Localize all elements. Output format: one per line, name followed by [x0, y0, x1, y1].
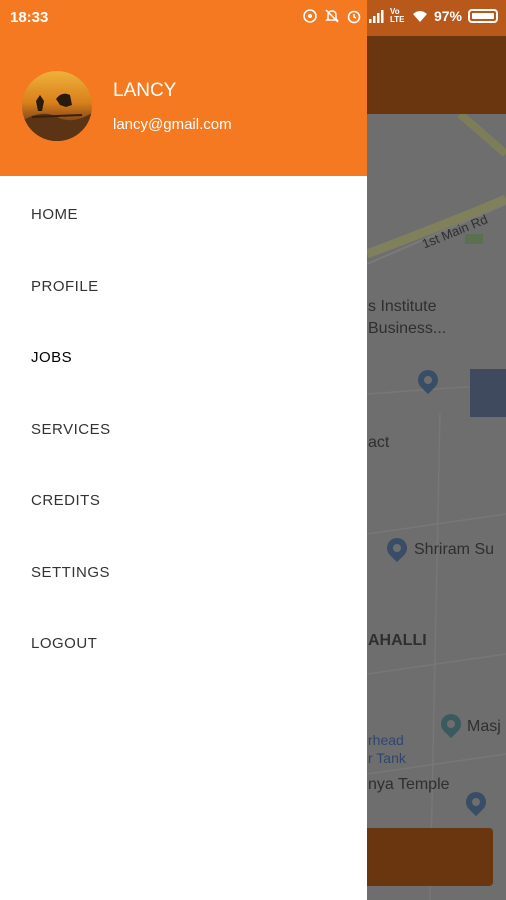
map-label: Masj — [467, 718, 501, 735]
menu-item-label: HOME — [31, 205, 78, 223]
map-label: rhead — [368, 732, 404, 748]
menu-item-label: LOGOUT — [31, 634, 98, 652]
bottom-action-button — [360, 828, 493, 886]
wifi-icon — [412, 11, 427, 22]
map-label: Shriram Su — [414, 541, 495, 558]
menu-item-label: SETTINGS — [31, 563, 111, 581]
map-label: Business... — [368, 320, 447, 337]
map-label: s Institute — [368, 298, 437, 315]
menu-item-profile[interactable]: PROFILE — [0, 250, 367, 322]
hotspot-icon — [303, 9, 317, 23]
user-name: LANCY — [113, 80, 177, 101]
map-label: act — [368, 434, 390, 451]
navigation-drawer: LANCY lancy@gmail.com HOME PROFILE JOBS … — [0, 0, 367, 900]
battery-percent: 97% — [433, 8, 462, 24]
menu-item-label: JOBS — [31, 348, 73, 366]
menu-item-label: PROFILE — [31, 277, 99, 295]
avatar[interactable] — [22, 71, 92, 141]
menu-item-home[interactable]: HOME — [0, 178, 367, 250]
battery-icon — [468, 9, 498, 23]
status-time: 18:33 — [10, 9, 49, 26]
menu-item-settings[interactable]: SETTINGS — [0, 536, 367, 608]
menu-item-credits[interactable]: CREDITS — [0, 464, 367, 536]
menu-item-jobs[interactable]: JOBS — [0, 321, 367, 393]
user-email: lancy@gmail.com — [113, 116, 232, 133]
status-icons: Vo LTE 97% — [302, 8, 498, 24]
avatar-image — [22, 93, 92, 141]
map-label: nya Temple — [368, 776, 450, 793]
menu-item-label: SERVICES — [31, 420, 111, 438]
map-area-label: AHALLI — [368, 632, 427, 649]
alarm-icon — [347, 10, 361, 24]
signal-icon — [368, 10, 384, 23]
menu-item-logout[interactable]: LOGOUT — [0, 607, 367, 679]
volte-icon: Vo LTE — [389, 7, 405, 24]
menu-item-services[interactable]: SERVICES — [0, 393, 367, 465]
status-bar: 18:33 Vo LTE 97% — [0, 0, 506, 36]
notifications-off-icon — [325, 9, 339, 23]
menu-item-label: CREDITS — [31, 491, 101, 509]
map-label: r Tank — [368, 750, 406, 766]
